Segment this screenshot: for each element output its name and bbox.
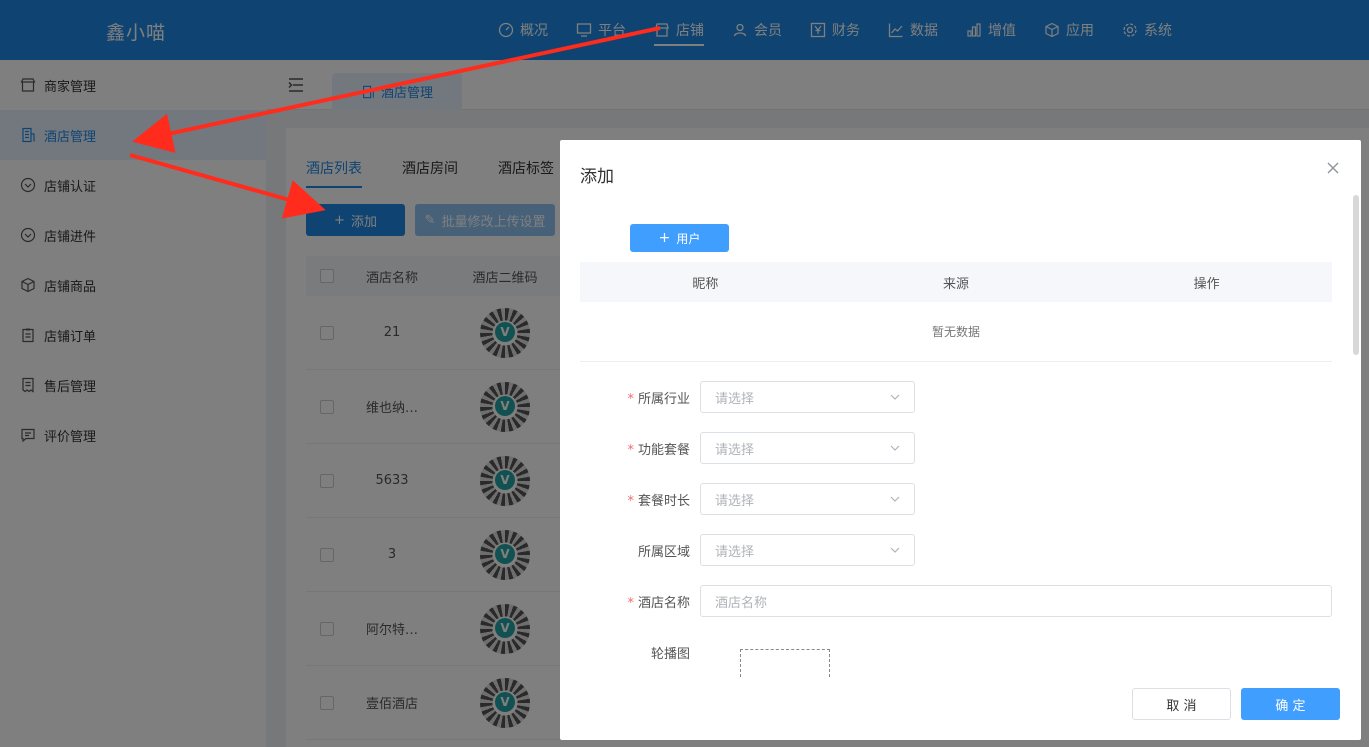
user-table: 昵称 来源 操作 暂无数据 (580, 262, 1332, 362)
package-placeholder: 请选择 (715, 442, 755, 458)
chevron-down-icon (890, 445, 900, 451)
form-row-duration: * 套餐时长 请选择 (580, 483, 1340, 515)
form-row-carousel: 轮播图 (580, 636, 1340, 668)
package-select[interactable]: 请选择 (700, 432, 915, 464)
add-dialog: 添加 + 用户 昵称 来源 操作 暂无数据 * 所属行业 请选择 * 功能套餐 请选… (560, 140, 1361, 740)
close-icon[interactable] (1325, 160, 1341, 176)
field-label: * 功能套餐 (580, 439, 700, 458)
industry-label: 所属行业 (637, 391, 690, 407)
required-mark: * (627, 391, 634, 407)
required-mark: * (627, 442, 634, 458)
form-row-region: 所属区域 请选择 (580, 534, 1340, 566)
region-label: 所属区域 (637, 544, 690, 560)
hotel-name-placeholder: 酒店名称 (715, 595, 768, 611)
duration-select[interactable]: 请选择 (700, 483, 915, 515)
column-header-nickname: 昵称 (692, 276, 719, 292)
field-label: * 所属行业 (580, 388, 700, 407)
field-label: * 酒店名称 (580, 592, 700, 611)
chevron-down-icon (890, 547, 900, 553)
form-row-hotel-name: * 酒店名称 酒店名称 (580, 585, 1340, 617)
user-table-header: 昵称 来源 操作 (580, 262, 1332, 302)
chevron-down-icon (890, 496, 900, 502)
industry-select[interactable]: 请选择 (700, 381, 915, 413)
duration-placeholder: 请选择 (715, 493, 755, 509)
carousel-label: 轮播图 (650, 646, 690, 662)
dialog-title: 添加 (580, 167, 614, 187)
carousel-upload-box[interactable] (740, 649, 830, 677)
add-user-label: 用户 (676, 231, 701, 246)
plus-icon: + (658, 230, 671, 246)
industry-placeholder: 请选择 (715, 391, 755, 407)
duration-label: 套餐时长 (637, 493, 690, 509)
hotel-name-input[interactable]: 酒店名称 (700, 585, 1332, 617)
column-header-actions: 操作 (1193, 276, 1220, 292)
dialog-scrollbar[interactable] (1353, 195, 1359, 355)
add-user-button[interactable]: + 用户 (630, 224, 729, 252)
form-row-package: * 功能套餐 请选择 (580, 432, 1340, 464)
field-label: 所属区域 (580, 541, 700, 560)
form-row-industry: * 所属行业 请选择 (580, 381, 1340, 413)
cancel-button[interactable]: 取 消 (1132, 688, 1231, 720)
chevron-down-icon (890, 394, 900, 400)
required-mark: * (627, 595, 634, 611)
required-mark: * (627, 493, 634, 509)
region-placeholder: 请选择 (715, 544, 755, 560)
region-select[interactable]: 请选择 (700, 534, 915, 566)
hotel-name-label: 酒店名称 (637, 595, 690, 611)
column-header-source: 来源 (943, 276, 970, 292)
package-label: 功能套餐 (637, 442, 690, 458)
confirm-button[interactable]: 确 定 (1241, 688, 1340, 720)
field-label: * 套餐时长 (580, 490, 700, 509)
empty-state: 暂无数据 (580, 302, 1332, 362)
